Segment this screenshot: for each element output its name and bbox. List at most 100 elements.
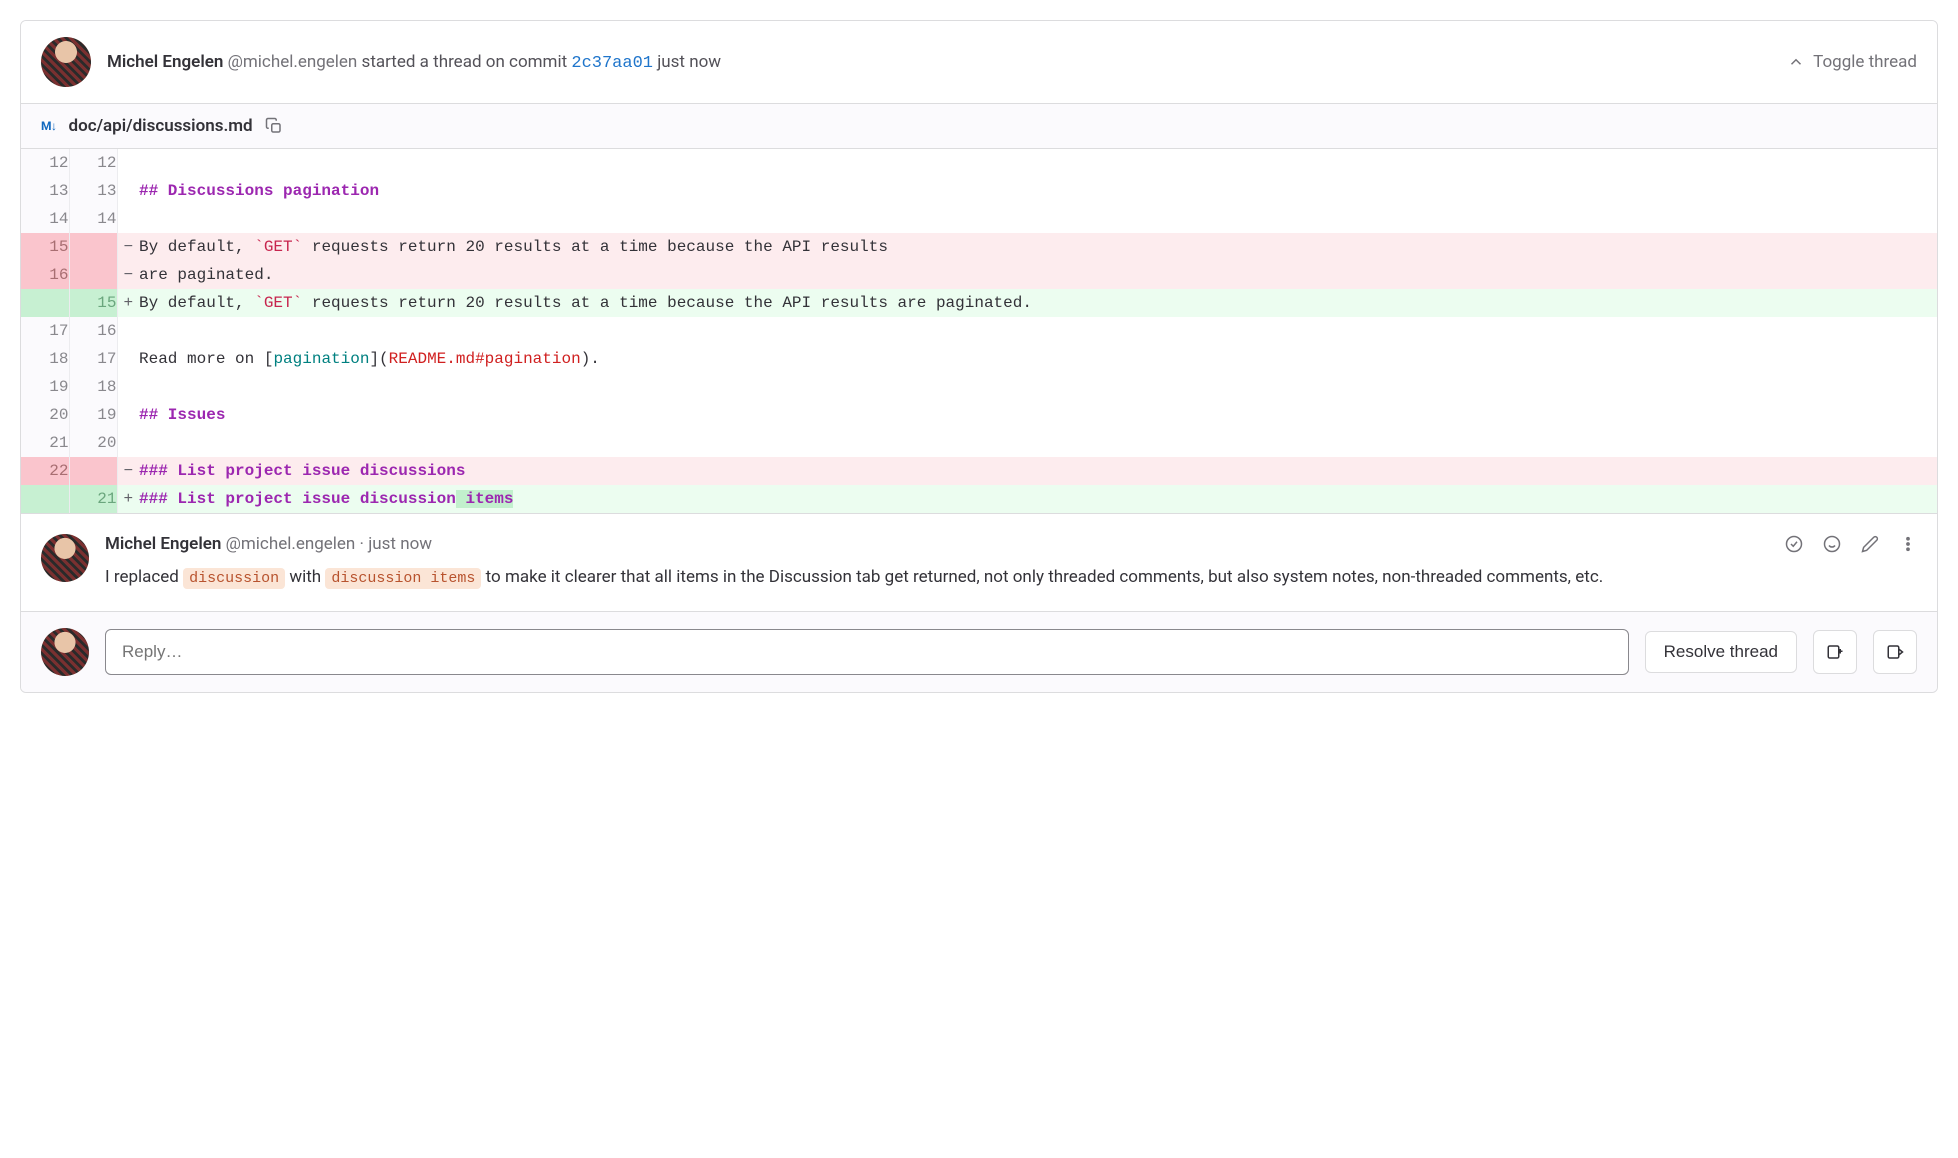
thread-author[interactable]: Michel Engelen <box>107 52 223 72</box>
line-number-new[interactable]: 17 <box>69 345 117 373</box>
toggle-thread-label: Toggle thread <box>1813 52 1917 72</box>
diff-sign <box>117 401 139 429</box>
line-number-old[interactable]: 15 <box>21 233 69 261</box>
diff-row[interactable]: 2019 ## Issues <box>21 401 1937 429</box>
line-number-new[interactable]: 14 <box>69 205 117 233</box>
line-number-old[interactable] <box>21 289 69 317</box>
line-number-new[interactable]: 18 <box>69 373 117 401</box>
diff-content: are paginated. <box>139 261 1937 289</box>
line-number-old[interactable] <box>21 485 69 513</box>
comment-handle[interactable]: @michel.engelen <box>226 534 356 554</box>
diff-sign <box>117 373 139 401</box>
diff-sign: − <box>117 233 139 261</box>
line-number-old[interactable]: 21 <box>21 429 69 457</box>
diff-content: ### List project issue discussion items <box>139 485 1937 513</box>
diff-content: ## Issues <box>139 401 1937 429</box>
diff-row[interactable]: 15+By default, `GET` requests return 20 … <box>21 289 1937 317</box>
reply-input[interactable] <box>105 629 1629 675</box>
diff-sign <box>117 205 139 233</box>
diff-row[interactable]: 21+### List project issue discussion ite… <box>21 485 1937 513</box>
comment-author-line: Michel Engelen @michel.engelen · just no… <box>105 534 432 554</box>
diff-row[interactable]: 22 −### List project issue discussions <box>21 457 1937 485</box>
diff-content <box>139 429 1937 457</box>
diff-sign <box>117 317 139 345</box>
diff-row[interactable]: 1918 <box>21 373 1937 401</box>
new-issue-button[interactable] <box>1813 630 1857 674</box>
reply-block: Resolve thread <box>21 611 1937 692</box>
line-number-old[interactable]: 14 <box>21 205 69 233</box>
line-number-old[interactable]: 18 <box>21 345 69 373</box>
more-icon[interactable] <box>1899 535 1917 553</box>
diff-content <box>139 205 1937 233</box>
diff-sign: + <box>117 485 139 513</box>
line-number-old[interactable]: 13 <box>21 177 69 205</box>
diff-sign: − <box>117 261 139 289</box>
avatar[interactable] <box>41 534 89 582</box>
line-number-old[interactable]: 20 <box>21 401 69 429</box>
diff-content <box>139 373 1937 401</box>
diff-table: 12121313## Discussions pagination141415−… <box>21 149 1937 513</box>
comment-time[interactable]: just now <box>368 534 432 554</box>
diff-row[interactable]: 1313 ## Discussions pagination <box>21 177 1937 205</box>
diff-row[interactable]: 1817 Read more on [pagination](README.md#… <box>21 345 1937 373</box>
resolve-thread-button[interactable]: Resolve thread <box>1645 631 1797 673</box>
thread-handle[interactable]: @michel.engelen <box>228 52 358 72</box>
diff-row[interactable]: 2120 <box>21 429 1937 457</box>
diff-content: By default, `GET` requests return 20 res… <box>139 289 1937 317</box>
line-number-new[interactable]: 15 <box>69 289 117 317</box>
line-number-old[interactable]: 19 <box>21 373 69 401</box>
diff-row[interactable]: 1414 <box>21 205 1937 233</box>
line-number-old[interactable]: 16 <box>21 261 69 289</box>
diff-row[interactable]: 1212 <box>21 149 1937 177</box>
diff-sign: − <box>117 457 139 485</box>
diff-row[interactable]: 1716 <box>21 317 1937 345</box>
line-number-new[interactable]: 16 <box>69 317 117 345</box>
line-number-new[interactable] <box>69 233 117 261</box>
line-number-new[interactable]: 12 <box>69 149 117 177</box>
toggle-thread-button[interactable]: Toggle thread <box>1787 52 1917 72</box>
chevron-up-icon <box>1787 53 1805 71</box>
file-path[interactable]: doc/api/discussions.md <box>69 116 253 136</box>
comment-body: I replaced discussion with discussion it… <box>105 564 1917 591</box>
line-number-new[interactable] <box>69 261 117 289</box>
copy-path-icon[interactable] <box>265 117 283 135</box>
line-number-old[interactable]: 22 <box>21 457 69 485</box>
thread-time: just now <box>657 52 721 72</box>
emoji-icon[interactable] <box>1823 535 1841 553</box>
diff-row[interactable]: 15−By default, `GET` requests return 20 … <box>21 233 1937 261</box>
issue-arrow-icon <box>1886 643 1904 661</box>
line-number-new[interactable] <box>69 457 117 485</box>
comment-author[interactable]: Michel Engelen <box>105 534 221 554</box>
diff-content <box>139 317 1937 345</box>
line-number-new[interactable]: 20 <box>69 429 117 457</box>
line-number-new[interactable]: 19 <box>69 401 117 429</box>
diff-sign <box>117 429 139 457</box>
diff-sign <box>117 177 139 205</box>
resolve-check-icon[interactable] <box>1785 535 1803 553</box>
thread-action-prefix: started a thread on commit <box>362 52 572 72</box>
line-number-new[interactable]: 13 <box>69 177 117 205</box>
line-number-old[interactable]: 17 <box>21 317 69 345</box>
diff-sign <box>117 149 139 177</box>
inline-code: discussion <box>183 568 285 589</box>
thread-header-left: Michel Engelen @michel.engelen started a… <box>41 37 721 87</box>
line-number-old[interactable]: 12 <box>21 149 69 177</box>
diff-content: ## Discussions pagination <box>139 177 1937 205</box>
diff-row[interactable]: 16 −are paginated. <box>21 261 1937 289</box>
avatar[interactable] <box>41 37 91 87</box>
diff-sign: + <box>117 289 139 317</box>
line-number-new[interactable]: 21 <box>69 485 117 513</box>
next-unresolved-button[interactable] <box>1873 630 1917 674</box>
diff-content: Read more on [pagination](README.md#pagi… <box>139 345 1937 373</box>
commit-link[interactable]: 2c37aa01 <box>571 54 653 73</box>
thread-title: Michel Engelen @michel.engelen started a… <box>107 52 721 73</box>
markdown-icon: M↓ <box>41 119 57 133</box>
avatar[interactable] <box>41 628 89 676</box>
file-header: M↓ doc/api/discussions.md <box>21 104 1937 149</box>
edit-icon[interactable] <box>1861 535 1879 553</box>
diff-content: ### List project issue discussions <box>139 457 1937 485</box>
diff-content <box>139 149 1937 177</box>
comment-block: Michel Engelen @michel.engelen · just no… <box>21 513 1937 611</box>
thread-header: Michel Engelen @michel.engelen started a… <box>21 21 1937 104</box>
issue-plus-icon <box>1826 643 1844 661</box>
